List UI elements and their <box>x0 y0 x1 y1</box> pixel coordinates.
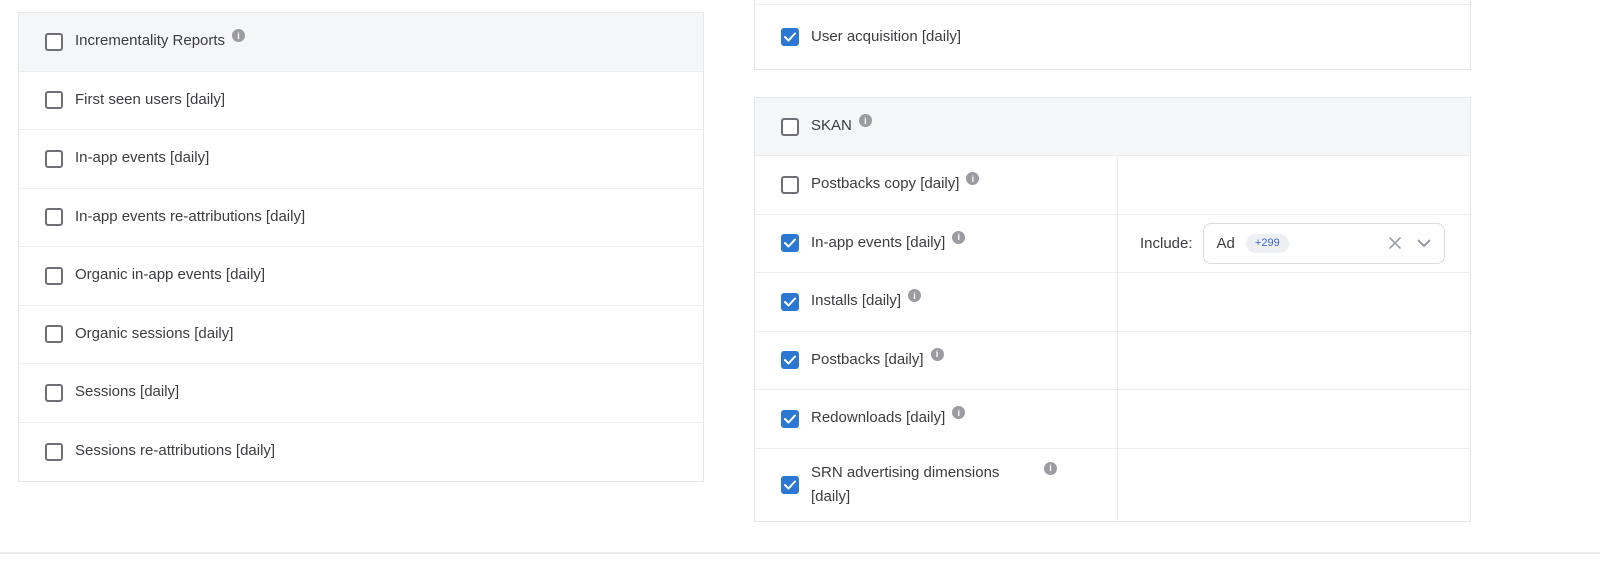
report-row: First seen users [daily] <box>19 72 703 131</box>
checkbox-sessions[interactable] <box>45 384 63 402</box>
report-row: User acquisition [daily] <box>755 5 1470 69</box>
report-label: Redownloads [daily] <box>811 409 945 428</box>
report-label: SRN advertising dimensions [daily] <box>811 461 1016 509</box>
report-row: In-app events re-attributions [daily] <box>19 189 703 248</box>
row-options-cell <box>1118 332 1470 390</box>
row-label-cell: Postbacks [daily] <box>755 332 1118 390</box>
checkbox-organic-sessions[interactable] <box>45 325 63 343</box>
checkbox-installs[interactable] <box>781 293 799 311</box>
row-options-cell <box>1118 449 1470 522</box>
report-label: Incrementality Reports <box>75 32 225 51</box>
report-row: In-app events [daily] Include: Ad +299 <box>755 215 1470 274</box>
report-row: In-app events [daily] <box>19 130 703 189</box>
check-icon <box>784 238 796 248</box>
report-row: Organic sessions [daily] <box>19 306 703 365</box>
selected-value: Ad <box>1217 235 1235 252</box>
checkbox-postbacks-copy[interactable] <box>781 176 799 194</box>
report-label: In-app events [daily] <box>811 234 945 253</box>
report-label: SKAN <box>811 117 852 136</box>
info-icon[interactable] <box>859 114 872 127</box>
row-options-cell <box>1118 273 1470 331</box>
report-label: First seen users [daily] <box>75 91 225 110</box>
user-acquisition-panel: User acquisition [daily] <box>754 0 1471 70</box>
info-icon[interactable] <box>232 29 245 42</box>
report-label: Organic sessions [daily] <box>75 325 233 344</box>
report-row: Postbacks [daily] <box>755 332 1470 391</box>
row-options-cell <box>1118 390 1470 448</box>
report-row: Organic in-app events [daily] <box>19 247 703 306</box>
checkbox-redownloads[interactable] <box>781 410 799 428</box>
more-count-badge: +299 <box>1246 234 1289 253</box>
report-row: Installs [daily] <box>755 273 1470 332</box>
report-label: User acquisition [daily] <box>811 28 961 47</box>
checkbox-organic-in-app-events[interactable] <box>45 267 63 285</box>
checkbox-skan-in-app-events[interactable] <box>781 234 799 252</box>
report-label: In-app events [daily] <box>75 149 209 168</box>
checkbox-sessions-re-attributions[interactable] <box>45 443 63 461</box>
report-label: In-app events re-attributions [daily] <box>75 208 305 227</box>
row-options-cell: Include: Ad +299 <box>1118 215 1470 273</box>
skan-panel: SKAN Postbacks copy [daily] In-app event… <box>754 97 1471 522</box>
check-icon <box>784 297 796 307</box>
row-options-cell <box>1118 156 1470 214</box>
skan-header-row: SKAN <box>755 98 1470 156</box>
page-divider <box>0 552 1600 554</box>
row-label-cell: In-app events [daily] <box>755 215 1118 273</box>
report-row: SRN advertising dimensions [daily] <box>755 449 1470 522</box>
row-label-cell: Redownloads [daily] <box>755 390 1118 448</box>
row-label-cell: SRN advertising dimensions [daily] <box>755 449 1118 522</box>
report-row: Redownloads [daily] <box>755 390 1470 449</box>
info-icon[interactable] <box>952 231 965 244</box>
check-icon <box>784 414 796 424</box>
include-label: Include: <box>1140 235 1193 252</box>
clear-icon[interactable] <box>1388 236 1402 250</box>
report-label: Sessions [daily] <box>75 383 179 402</box>
checkbox-first-seen-users[interactable] <box>45 91 63 109</box>
checkbox-in-app-events[interactable] <box>45 150 63 168</box>
include-control: Include: Ad +299 <box>1118 223 1470 264</box>
info-icon[interactable] <box>966 172 979 185</box>
report-label: Postbacks copy [daily] <box>811 175 959 194</box>
checkbox-skan[interactable] <box>781 118 799 136</box>
info-icon[interactable] <box>908 289 921 302</box>
checkbox-incrementality-reports[interactable] <box>45 33 63 51</box>
report-label: Installs [daily] <box>811 292 901 311</box>
incrementality-reports-header-row: Incrementality Reports <box>19 13 703 72</box>
info-icon[interactable] <box>1044 462 1057 475</box>
check-icon <box>784 480 796 490</box>
row-label-cell: Installs [daily] <box>755 273 1118 331</box>
report-label: Organic in-app events [daily] <box>75 266 265 285</box>
report-row: Postbacks copy [daily] <box>755 156 1470 215</box>
include-select[interactable]: Ad +299 <box>1203 223 1445 264</box>
checkbox-in-app-events-re-attributions[interactable] <box>45 208 63 226</box>
checkbox-srn-advertising-dimensions[interactable] <box>781 476 799 494</box>
checkbox-user-acquisition[interactable] <box>781 28 799 46</box>
report-label: Sessions re-attributions [daily] <box>75 442 275 461</box>
report-row: Sessions re-attributions [daily] <box>19 423 703 482</box>
check-icon <box>784 32 796 42</box>
info-icon[interactable] <box>931 348 944 361</box>
checkbox-postbacks[interactable] <box>781 351 799 369</box>
row-label-cell: Postbacks copy [daily] <box>755 156 1118 214</box>
report-row: Sessions [daily] <box>19 364 703 423</box>
check-icon <box>784 355 796 365</box>
report-label: Postbacks [daily] <box>811 351 924 370</box>
chevron-down-icon[interactable] <box>1417 239 1431 248</box>
incrementality-reports-panel: Incrementality Reports First seen users … <box>18 12 704 482</box>
info-icon[interactable] <box>952 406 965 419</box>
